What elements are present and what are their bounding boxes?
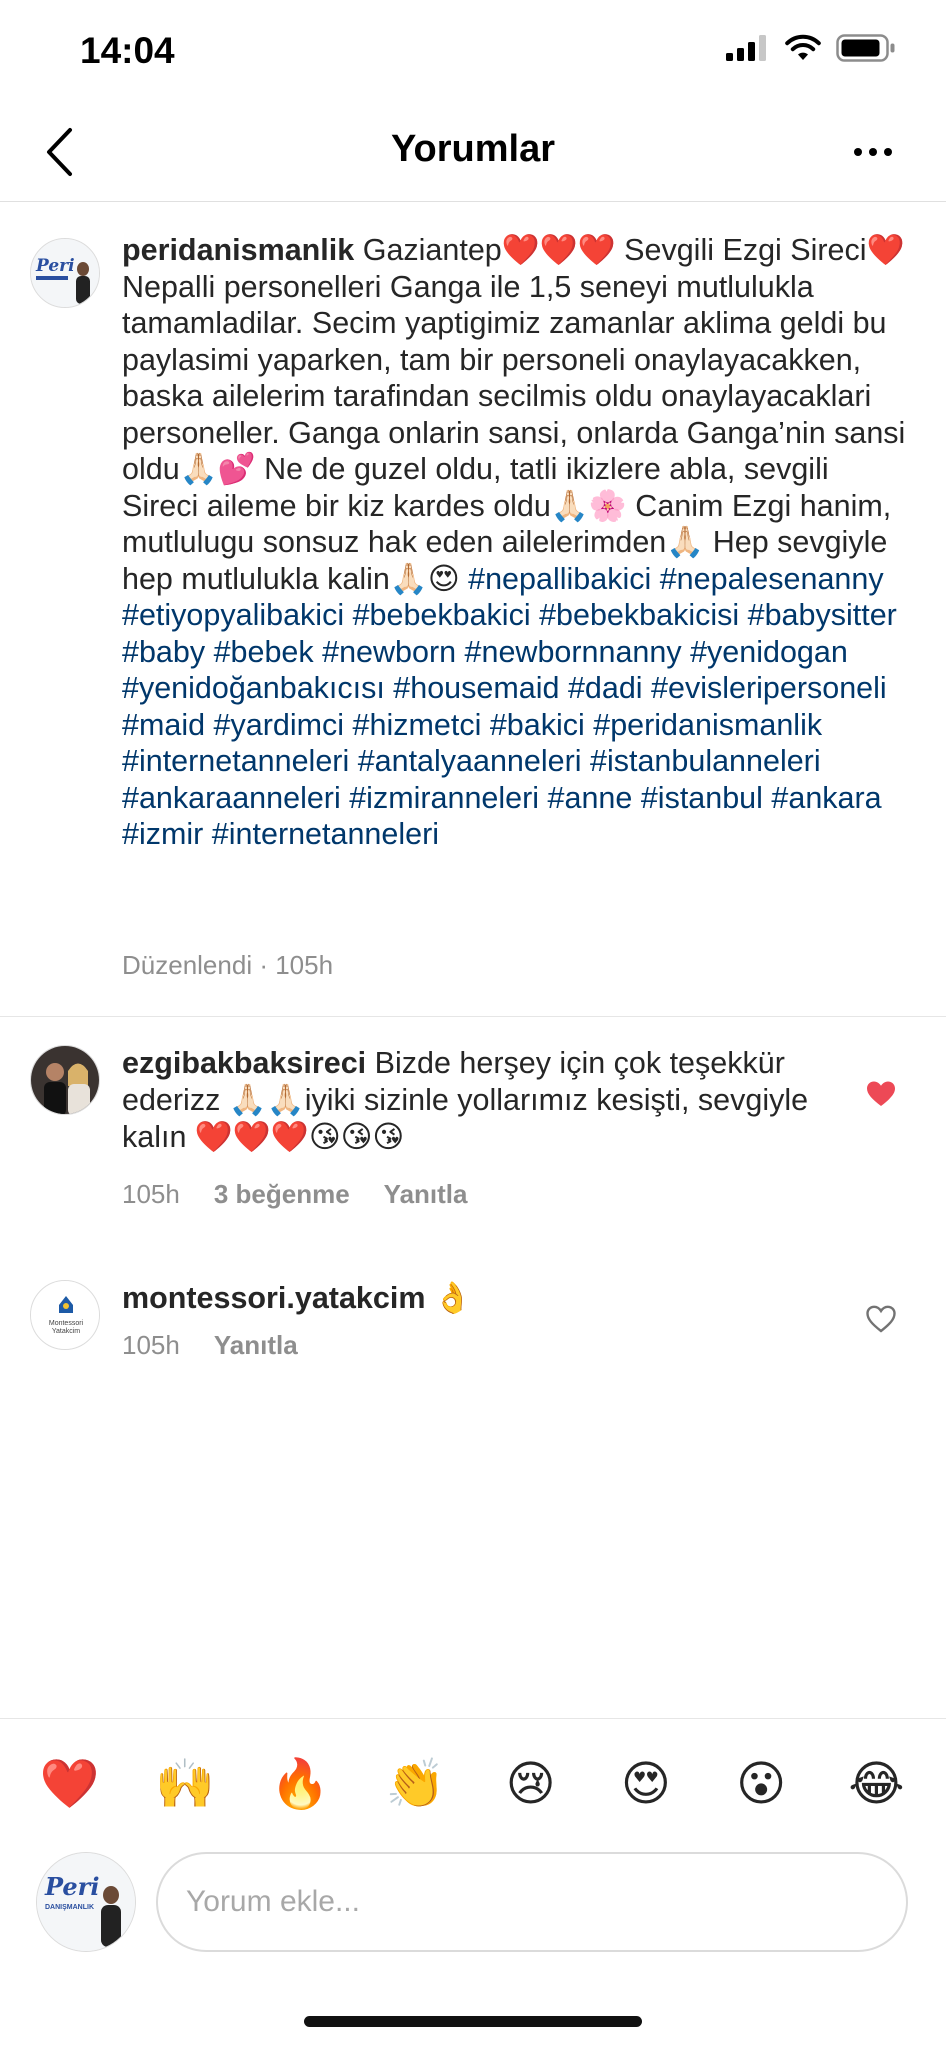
caption-hashtags[interactable]: #nepallibakici #nepalesenanny #etiyopyal…	[122, 562, 897, 852]
couple-photo-avatar	[31, 1046, 99, 1114]
reaction-fire-button[interactable]: 🔥	[270, 1755, 330, 1815]
reaction-heart-button[interactable]: ❤️	[40, 1755, 100, 1815]
emoji-reaction-list: ❤️ 🙌 🔥 👏 😢 😍 😮 😂	[0, 1755, 946, 1815]
comment-item: ezgibakbaksireci Bizde herşey için çok t…	[0, 1045, 946, 1225]
wifi-icon	[785, 34, 821, 60]
more-options-button[interactable]	[840, 122, 906, 182]
comment-meta: 105h Yanıtla	[122, 1330, 298, 1361]
peri-logo-avatar: Peri DANIŞMANLIK	[37, 1853, 135, 1951]
svg-text:Peri: Peri	[35, 256, 75, 276]
current-user-avatar[interactable]: Peri DANIŞMANLIK	[36, 1852, 136, 1952]
cellular-signal-icon	[726, 35, 766, 61]
montessori-logo-avatar: Montessori Yatakcim	[31, 1281, 99, 1349]
reaction-heart-eyes-button[interactable]: 😍	[616, 1755, 676, 1815]
comment-username[interactable]: montessori.yatakcim	[122, 1281, 425, 1315]
battery-icon	[836, 34, 895, 62]
comment-item: Montessori Yatakcim montessori.yatakcim …	[0, 1280, 946, 1400]
status-bar: 14:04	[0, 0, 946, 100]
comment-composer: Peri DANIŞMANLIK	[0, 1850, 946, 1960]
peri-logo-avatar: Peri	[31, 239, 99, 307]
like-button[interactable]	[864, 1077, 898, 1111]
caption-avatar[interactable]: Peri	[30, 238, 100, 308]
comment-likes-count[interactable]: 3 beğenme	[214, 1179, 350, 1210]
comment-avatar[interactable]: Montessori Yatakcim	[30, 1280, 100, 1350]
comment-message: 👌	[433, 1281, 472, 1315]
caption-message: Gaziantep❤️❤️❤️ Sevgili Ezgi Sireci❤️ Ne…	[122, 233, 906, 596]
caption-username[interactable]: peridanismanlik	[122, 233, 354, 267]
post-caption: Peri peridanismanlik Gaziantep❤️❤️❤️ Sev…	[0, 232, 946, 1017]
comment-input[interactable]	[156, 1852, 908, 1952]
comment-avatar[interactable]	[30, 1045, 100, 1115]
reaction-laughing-button[interactable]: 😂	[846, 1755, 906, 1815]
caption-text: peridanismanlik Gaziantep❤️❤️❤️ Sevgili …	[122, 232, 912, 853]
page-title: Yorumlar	[390, 128, 555, 170]
home-indicator[interactable]	[304, 2016, 642, 2027]
comment-time: 105h	[122, 1179, 180, 1209]
like-button[interactable]	[864, 1302, 898, 1336]
more-horizontal-icon	[854, 148, 892, 156]
heart-filled-icon	[867, 1081, 895, 1106]
comment-username[interactable]: ezgibakbaksireci	[122, 1046, 366, 1080]
reply-button[interactable]: Yanıtla	[214, 1330, 298, 1361]
avatar-brand-line2: Yatakcim	[52, 1328, 80, 1335]
header: Yorumlar	[0, 100, 946, 202]
status-icons	[726, 34, 896, 62]
reaction-raising-hands-button[interactable]: 🙌	[155, 1755, 215, 1815]
avatar-brand-line1: Montessori	[49, 1320, 84, 1327]
emoji-reaction-bar: ❤️ 🙌 🔥 👏 😢 😍 😮 😂	[0, 1718, 946, 1848]
avatar-brand-name: Peri	[44, 1872, 99, 1901]
avatar-brand-sub: DANIŞMANLIK	[45, 1904, 94, 1911]
heart-outline-icon	[866, 1305, 896, 1333]
reaction-crying-button[interactable]: 😢	[501, 1755, 561, 1815]
status-time: 14:04	[80, 30, 175, 71]
reply-button[interactable]: Yanıtla	[384, 1179, 468, 1210]
comment-text: montessori.yatakcim 👌	[122, 1280, 822, 1317]
caption-meta: Düzenlendi · 105h	[122, 950, 334, 980]
reaction-surprised-button[interactable]: 😮	[731, 1755, 791, 1815]
reaction-clapping-button[interactable]: 👏	[385, 1755, 445, 1815]
comment-time: 105h	[122, 1330, 180, 1360]
comment-text: ezgibakbaksireci Bizde herşey için çok t…	[122, 1045, 822, 1156]
comment-meta: 105h 3 beğenme Yanıtla	[122, 1179, 468, 1210]
